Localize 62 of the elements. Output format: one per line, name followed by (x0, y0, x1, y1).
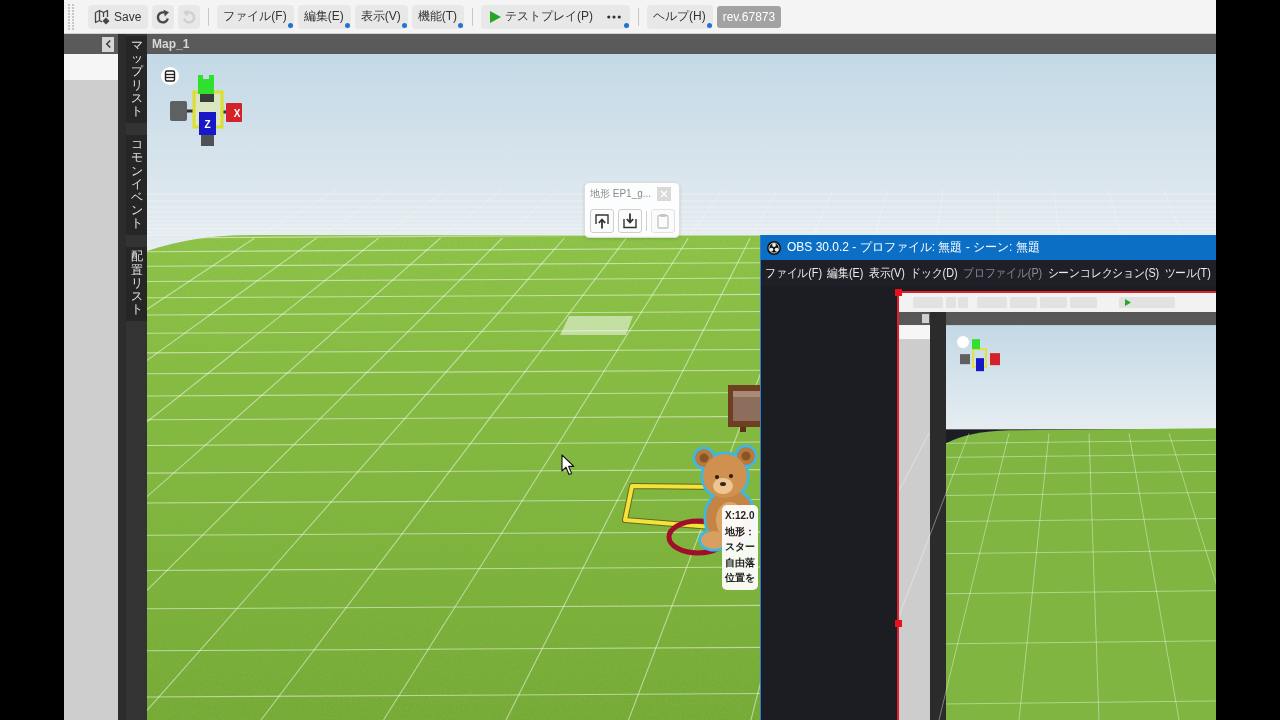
menu-button[interactable]: ファイル(F) (217, 4, 294, 29)
save-button[interactable]: Save (88, 4, 149, 29)
indicator-dot-icon (624, 22, 629, 28)
wooden-box (728, 383, 760, 432)
map-title[interactable]: Map_1 (152, 37, 190, 51)
menu-button[interactable]: 編集(E) (297, 4, 351, 29)
logo-icon (767, 240, 781, 255)
side-tab[interactable]: コモンイベント (126, 135, 147, 236)
indicator-dot-icon (401, 22, 407, 28)
drag-handle-icon[interactable] (66, 2, 76, 31)
arrow-up-icon (594, 213, 610, 229)
menu-item[interactable]: ドック(D) (910, 264, 958, 282)
menu-item[interactable]: 表示(V) (868, 264, 905, 282)
axis-label: X (233, 108, 241, 119)
panel-top-area (64, 54, 118, 80)
more-icon (607, 14, 621, 19)
close-button[interactable] (657, 187, 672, 201)
indicator-dot-icon (706, 22, 712, 28)
indicator-dot-icon (344, 22, 350, 28)
menu-button[interactable]: 機能(T) (411, 4, 464, 29)
tooltip-text: 地形： (725, 524, 755, 539)
x-axis-handle[interactable] (226, 103, 242, 122)
side-tab[interactable]: マップリスト (126, 36, 147, 124)
tooltip-text: X:12.0 (725, 509, 755, 523)
tray-arrow-icon (622, 213, 638, 229)
test-play-button[interactable]: テストプレイ(P) (481, 4, 630, 29)
menu-icon[interactable] (161, 67, 179, 85)
axis-handle[interactable] (170, 101, 187, 121)
undo-button[interactable] (152, 4, 175, 29)
popup-title: 地形 EP1_g... (590, 187, 652, 201)
help-button[interactable]: ヘルプ(H) (647, 4, 713, 29)
popup-tool-button[interactable] (590, 209, 614, 233)
tooltip-text: 自由落 (725, 555, 755, 570)
map-icon (94, 8, 110, 25)
indicator-dot-icon (458, 22, 463, 28)
popup-tool-button[interactable] (618, 209, 642, 233)
menu-item[interactable]: シーンコレクション(S) (1047, 264, 1160, 282)
chevron-left-icon (104, 39, 112, 49)
tooltip-text: スター (725, 540, 755, 554)
menu-item[interactable]: ファイル(F) (765, 264, 822, 282)
clipboard-icon (655, 213, 671, 229)
menu-item[interactable]: ツール(T) (1164, 264, 1211, 282)
axis-label: Z (204, 119, 211, 130)
play-icon (489, 10, 501, 23)
tooltip-text: 位置を (725, 571, 755, 585)
redo-icon (181, 8, 198, 25)
y-axis-handle[interactable] (198, 75, 214, 94)
z-axis-handle[interactable] (199, 112, 216, 135)
indicator-dot-icon (287, 22, 293, 28)
revision-badge: rev.67873 (716, 5, 782, 28)
menu-button[interactable]: 表示(V) (354, 4, 408, 29)
resize-handle[interactable] (895, 289, 902, 296)
window-title: OBS 30.0.2 - プロファイル: 無題 - シーン: 無題 (787, 239, 1040, 256)
mouse-pointer-icon (561, 454, 575, 476)
side-tab[interactable]: 配置リスト (126, 247, 147, 322)
collapse-button[interactable] (102, 36, 114, 52)
undo-icon (155, 8, 172, 25)
resize-handle[interactable] (895, 620, 902, 627)
gizmo-connector (222, 110, 226, 114)
gizmo-connector (187, 109, 194, 113)
close-icon (660, 190, 669, 198)
menu-item[interactable]: 編集(E) (827, 264, 864, 282)
